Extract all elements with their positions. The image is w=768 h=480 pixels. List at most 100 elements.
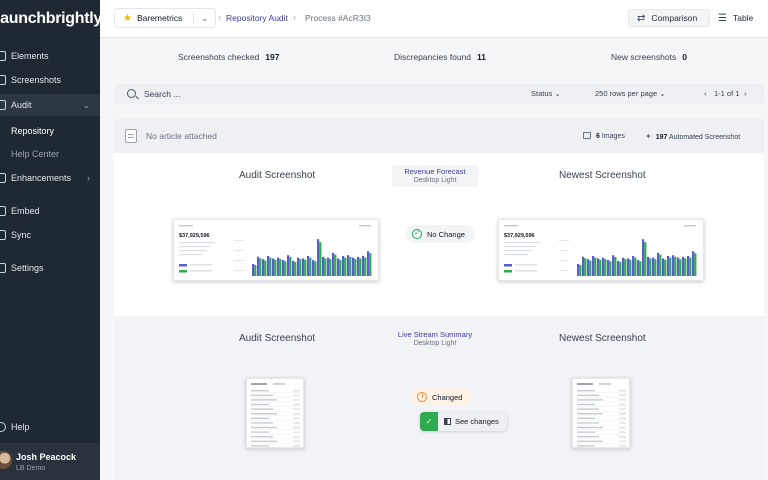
thumb-row-value	[619, 422, 626, 424]
newest-screenshot-title: Newest Screenshot	[559, 170, 646, 181]
sidebar-subitem-repository[interactable]: Repository	[11, 126, 54, 136]
see-changes-button[interactable]: ✓ See changes	[420, 412, 507, 431]
thumb-row-text	[577, 399, 603, 401]
see-changes-label: See changes	[438, 412, 507, 431]
thumb-row-text	[577, 422, 599, 424]
sidebar-item-elements[interactable]: Elements	[0, 45, 100, 67]
thumb-row-divider	[251, 447, 301, 449]
thumb-row-divider	[577, 443, 627, 444]
thumb-row-value	[619, 426, 626, 429]
thumb-bar	[589, 260, 592, 276]
thumb-row-text	[251, 394, 273, 396]
user-profile[interactable]: Josh Peacock LB Demo	[0, 443, 100, 480]
next-page-button[interactable]: ›	[744, 89, 747, 98]
thumb-bar	[272, 258, 275, 276]
thumb-row-text	[577, 390, 595, 392]
thumb-bar	[264, 260, 267, 276]
newest-screenshot-image[interactable]: $37,929,596	[498, 219, 704, 281]
thumb-row-value	[619, 399, 626, 401]
sidebar-item-sync[interactable]: Sync	[0, 224, 100, 246]
thumb-row-text	[251, 403, 269, 406]
thumb-row-divider	[577, 415, 627, 417]
prev-page-button[interactable]: ‹	[704, 89, 707, 98]
thumb-row-divider	[251, 397, 301, 398]
dashboard-thumbnail: $37,929,596	[504, 225, 697, 276]
image-icon	[583, 132, 591, 139]
thumb-row-value	[293, 399, 300, 401]
sparkle-icon: ✦	[645, 132, 652, 141]
thumb-line	[504, 250, 532, 252]
divider	[193, 12, 194, 24]
thumb-row-value	[293, 394, 300, 396]
table-view-button[interactable]: ☰ Table	[710, 9, 760, 27]
thumb-row-value	[619, 408, 626, 410]
automated-screenshot-count: ✦ 197 Automated Screenshot	[645, 132, 740, 141]
thumb-bar	[319, 242, 322, 276]
thumb-bar	[679, 259, 682, 276]
story-name[interactable]: Revenue Forecast	[392, 167, 478, 176]
status-filter[interactable]: Status ⌄	[531, 89, 561, 98]
thumb-row-divider	[577, 424, 627, 426]
sidebar-item-enhancements[interactable]: Enhancements ›	[0, 167, 100, 189]
rows-per-page-select[interactable]: 250 rows per page ⌄	[595, 89, 666, 98]
sidebar-item-help[interactable]: Help	[0, 416, 100, 438]
sidebar-item-settings[interactable]: Settings	[0, 257, 100, 279]
thumb-row-text	[577, 431, 595, 433]
thumb-row-text	[577, 426, 603, 429]
sidebar-subitem-help-center[interactable]: Help Center	[11, 149, 59, 159]
elements-icon	[0, 51, 6, 61]
thumb-bar	[614, 256, 617, 276]
thumb-row-divider	[577, 447, 627, 449]
thumb-bar	[632, 256, 635, 276]
brand-logo[interactable]: launchbrightly	[0, 10, 102, 28]
thumb-row-value	[293, 445, 300, 447]
thumb-bar	[649, 258, 652, 276]
thumb-bar	[577, 264, 580, 276]
thumb-bar	[664, 259, 667, 276]
thumb-bar	[692, 251, 695, 276]
thumb-bar	[622, 257, 625, 276]
thumb-axis-tick	[234, 260, 244, 261]
thumb-row-value	[293, 436, 300, 438]
thumb-line	[515, 270, 537, 272]
sidebar-item-embed[interactable]: Embed	[0, 200, 100, 222]
check-circle-icon: ✓	[412, 229, 422, 239]
thumb-bar	[324, 258, 327, 276]
thumb-tab	[599, 383, 611, 385]
comparison-view-button[interactable]: ⇄ Comparison	[628, 9, 710, 27]
audit-screenshot-image[interactable]: $37,929,596	[173, 219, 379, 281]
thumb-row-value	[293, 431, 300, 433]
thumb-bar	[289, 256, 292, 276]
thumb-bar	[602, 257, 605, 276]
search-input[interactable]	[144, 87, 344, 101]
thumb-row-text	[577, 445, 595, 447]
automated-label: Automated Screenshot	[668, 134, 741, 141]
thumb-bar	[357, 256, 360, 276]
thumb-value: $37,929,596	[179, 233, 210, 239]
comparison-card: Audit Screenshot Live Stream Summary Des…	[114, 316, 764, 480]
breadcrumb-repository-audit[interactable]: Repository Audit	[226, 13, 288, 23]
thumb-bar	[682, 256, 685, 276]
chevron-right-icon: ›	[293, 12, 296, 22]
thumb-row-divider	[251, 411, 301, 412]
thumb-bar	[342, 256, 345, 276]
story-name[interactable]: Live Stream Summary	[392, 330, 478, 339]
thumb-row-value	[619, 431, 626, 433]
diff-icon	[444, 418, 451, 425]
project-selector[interactable]: ★ Baremetrics ⌄	[114, 8, 216, 28]
thumb-axis-tick	[234, 240, 244, 241]
thumb-row-text	[577, 403, 595, 406]
story-variant: Desktop Light	[413, 177, 457, 184]
sidebar-item-screenshots[interactable]: Screenshots	[0, 69, 100, 91]
thumb-bar	[334, 254, 337, 276]
thumb-row-text	[577, 440, 603, 442]
thumb-bar	[252, 264, 255, 276]
newest-screenshot-image[interactable]	[572, 378, 630, 449]
audit-screenshot-image[interactable]	[246, 378, 304, 449]
automated-count-value: 197	[655, 134, 668, 141]
thumb-bar	[604, 259, 607, 276]
thumb-bar	[307, 256, 310, 276]
thumb-bar	[284, 261, 287, 276]
chevron-right-icon: ›	[218, 12, 221, 22]
sidebar-item-audit[interactable]: Audit ⌄	[0, 94, 100, 116]
